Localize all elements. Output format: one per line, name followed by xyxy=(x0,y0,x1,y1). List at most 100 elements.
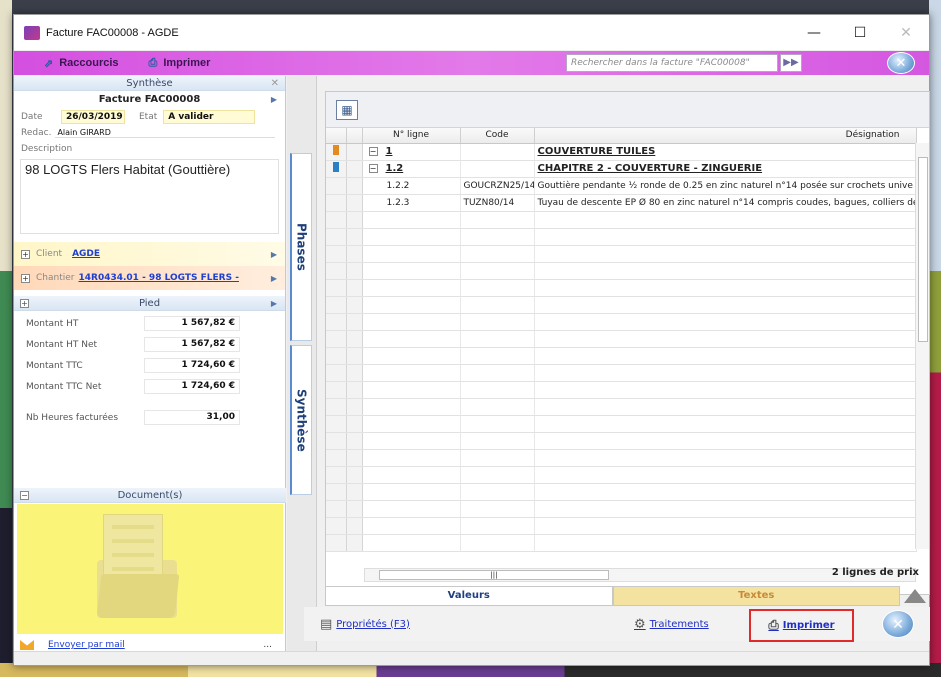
table-row[interactable]: −1 COUVERTURE TUILES xyxy=(326,143,917,161)
empty-row xyxy=(326,228,917,246)
toolbar-print-button[interactable]: ⎙ Imprimer xyxy=(149,57,211,70)
designation-value: Gouttière pendante ½ ronde de 0.25 en zi… xyxy=(537,180,913,191)
proprietes-button[interactable]: ▤ Propriétés (F3) xyxy=(320,617,410,632)
col-designation-header[interactable]: Désignation xyxy=(534,128,917,144)
printer-icon: ⎙ xyxy=(768,618,779,633)
tab-phases[interactable]: Phases xyxy=(290,153,312,341)
raccourcis-button[interactable]: ⇗ Raccourcis xyxy=(44,57,119,70)
close-round-icon[interactable]: ✕ xyxy=(882,610,914,638)
montant-ttc-label: Montant TTC xyxy=(26,360,83,371)
expand-plus-icon[interactable]: + xyxy=(21,249,30,259)
montant-ttc-value: 1 724,60 € xyxy=(144,358,240,373)
more-button[interactable]: ... xyxy=(263,640,272,650)
maximize-button[interactable]: ☐ xyxy=(837,15,883,51)
client-link[interactable]: AGDE xyxy=(72,249,100,259)
synthese-panel: Synthèse ✕ Facture FAC00008 ▶ Date 26/03… xyxy=(14,76,286,655)
empty-row xyxy=(326,364,917,382)
empty-row xyxy=(326,534,917,552)
cell-designation: COUVERTURE TUILES xyxy=(534,143,917,161)
marker-header xyxy=(326,128,347,144)
etat-field[interactable]: A valider xyxy=(163,110,256,124)
date-row: Date 26/03/2019 Etat A valider xyxy=(14,109,285,125)
tab-valeurs[interactable]: Valeurs xyxy=(325,586,613,606)
cell-code xyxy=(460,160,535,178)
send-mail-link[interactable]: Envoyer par mail xyxy=(48,640,125,650)
row-marker xyxy=(326,177,347,195)
expand-arrow-icon[interactable]: ▶ xyxy=(271,250,277,259)
imprimer-button[interactable]: ⎙ Imprimer xyxy=(749,609,854,642)
montant-ttc-net-row: Montant TTC Net 1 724,60 € xyxy=(14,376,285,397)
ligne-value: 1.2.2 xyxy=(386,180,410,191)
documents-dropzone[interactable] xyxy=(17,504,283,634)
raccourcis-label: Raccourcis xyxy=(59,57,119,69)
empty-row xyxy=(326,279,917,297)
row-marker xyxy=(326,160,347,178)
footer-bar: ▤ Propriétés (F3) ⚙ Traitements ⎙ Imprim… xyxy=(304,607,930,642)
table-row[interactable]: 1.2.3 TUZN80/14 Tuyau de descente EP Ø 80 … xyxy=(326,194,917,212)
col-code-header[interactable]: Code xyxy=(460,128,535,144)
client-label: Client xyxy=(36,249,63,259)
expand-plus-icon[interactable]: + xyxy=(20,299,29,308)
collapse-minus-icon[interactable]: − xyxy=(368,147,378,156)
search-input[interactable]: Rechercher dans la facture "FAC00008" xyxy=(566,54,778,72)
search-go-icon[interactable]: ▶▶ xyxy=(780,54,802,72)
montant-ttc-net-value: 1 724,60 € xyxy=(144,379,240,394)
collapse-up-icon[interactable] xyxy=(900,586,930,606)
chantier-row[interactable]: + Chantier 14R0434.01 - 98 LOGTS FLERS -… xyxy=(14,266,285,290)
bookmark-icon xyxy=(332,162,339,172)
redac-field[interactable]: Alain GIRARD xyxy=(55,128,276,138)
vertical-scrollbar[interactable] xyxy=(915,143,929,549)
expand-arrow-icon[interactable]: ▶ xyxy=(271,296,277,311)
empty-row xyxy=(326,245,917,263)
desktop-background-right xyxy=(929,0,941,677)
traitements-button[interactable]: ⚙ Traitements xyxy=(634,617,709,632)
facture-title-label: Facture FAC00008 xyxy=(98,94,201,105)
heures-row: Nb Heures facturées 31,00 xyxy=(14,407,285,428)
expand-arrow-icon[interactable]: ▶ xyxy=(271,91,277,109)
chantier-link[interactable]: 14R0434.01 - 98 LOGTS FLERS - xyxy=(78,273,238,283)
documents-header[interactable]: − Document(s) xyxy=(14,488,286,503)
client-row[interactable]: + Client AGDE ▶ xyxy=(14,242,285,266)
cell-code: TUZN80/14 xyxy=(460,194,535,212)
row-tree-cell xyxy=(346,194,363,212)
pied-header[interactable]: + Pied ▶ xyxy=(14,296,285,311)
cell-designation: CHAPITRE 2 - COUVERTURE - ZINGUERIE xyxy=(534,160,917,178)
gears-icon: ⚙ xyxy=(634,616,646,632)
description-field[interactable]: 98 LOGTS Flers Habitat (Gouttière) xyxy=(20,159,279,234)
cell-ligne: −1.2 xyxy=(362,160,461,178)
properties-icon: ▤ xyxy=(320,616,333,632)
expand-plus-icon[interactable]: + xyxy=(21,273,30,283)
bookmark-icon xyxy=(332,145,339,155)
grid-properties-icon[interactable]: ▦ xyxy=(336,100,358,120)
lines-table: N° ligne Code Désignation −1 COUVERTURE T… xyxy=(326,128,917,552)
title-bar: Facture FAC00008 - AGDE — ☐ ✕ xyxy=(14,15,929,51)
table-row[interactable]: 1.2.2 GOUCRZN25/14 Gouttière pendante ½ ro… xyxy=(326,177,917,195)
col-ligne-header[interactable]: N° ligne xyxy=(362,128,461,144)
toolbar-print-label: Imprimer xyxy=(163,57,211,69)
redac-label: Redac. xyxy=(21,128,52,138)
pied-values: Montant HT 1 567,82 € Montant HT Net 1 5… xyxy=(14,311,285,428)
empty-row xyxy=(326,381,917,399)
shortcut-icon: ⇗ xyxy=(44,57,54,70)
row-tree-cell xyxy=(346,177,363,195)
cell-code: GOUCRZN25/14 xyxy=(460,177,535,195)
montant-ht-label: Montant HT xyxy=(26,318,79,329)
expand-arrow-icon[interactable]: ▶ xyxy=(271,274,277,283)
date-field[interactable]: 26/03/2019 xyxy=(61,110,125,124)
empty-row xyxy=(326,330,917,348)
minimize-button[interactable]: — xyxy=(791,15,837,51)
redac-row: Redac. Alain GIRARD xyxy=(14,125,285,141)
collapse-minus-icon[interactable]: − xyxy=(20,491,29,500)
tab-synthese[interactable]: Synthèse xyxy=(290,345,312,495)
montant-ht-net-label: Montant HT Net xyxy=(26,339,98,350)
facture-title: Facture FAC00008 ▶ xyxy=(14,91,285,109)
collapse-minus-icon[interactable]: − xyxy=(368,164,378,173)
montant-ht-net-value: 1 567,82 € xyxy=(144,337,240,352)
traitements-label: Traitements xyxy=(649,618,709,630)
window-close-button[interactable]: ✕ xyxy=(883,15,929,51)
close-round-icon[interactable]: ✕ xyxy=(887,52,915,74)
row-tree-cell xyxy=(346,143,363,161)
tab-textes[interactable]: Textes xyxy=(612,586,900,606)
close-panel-icon[interactable]: ✕ xyxy=(271,76,279,91)
table-row[interactable]: −1.2 CHAPITRE 2 - COUVERTURE - ZINGUERIE xyxy=(326,160,917,178)
